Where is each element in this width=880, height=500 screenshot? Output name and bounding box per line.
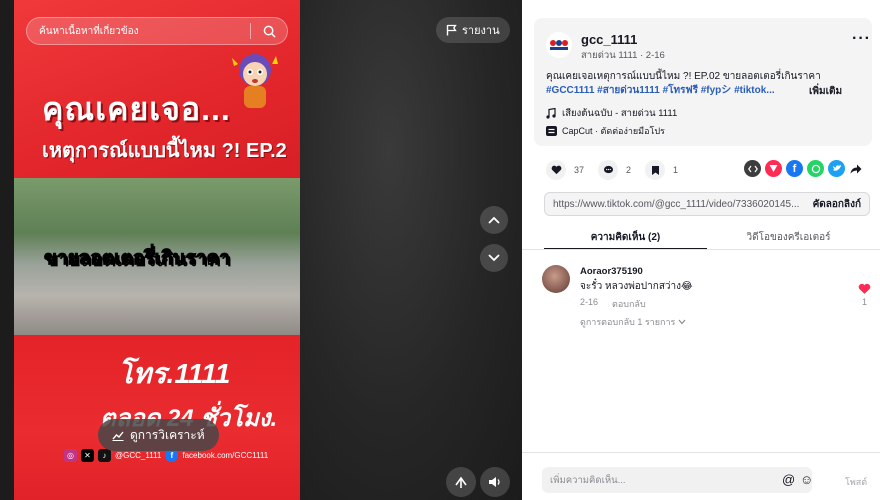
social-handle: @GCC_1111 (115, 451, 162, 460)
comment-text: จะรั๋ว หลวงพ่อปากสว่าง😂 (580, 281, 693, 292)
volume-button[interactable] (480, 467, 510, 497)
capcut-label: CapCut · ตัดต่อง่ายมือโปร (562, 126, 665, 136)
floating-player-button[interactable] (446, 467, 476, 497)
post-info-card: gcc_1111 สายด่วน 1111 · 2-16 ··· คุณเคยเ… (534, 18, 872, 146)
like-button[interactable] (546, 160, 566, 180)
commenter-name[interactable]: Aoraor375190 (580, 266, 643, 277)
search-box[interactable]: ค้นหาเนื้อหาที่เกี่ยวข้อง (26, 17, 288, 45)
hotline-number: โทร.1111 (118, 358, 231, 389)
bookmark-button[interactable] (645, 160, 666, 180)
video-stage: คุณเคยเจอ... เหตุการณ์แบบนี้ไหม ?! EP.2 … (0, 0, 522, 500)
volume-icon (489, 477, 500, 487)
heart-icon (551, 165, 561, 175)
comment-input-placeholder: เพิ่มความคิดเห็น... (550, 474, 626, 486)
music-note-icon (546, 108, 556, 119)
video-link-box: https://www.tiktok.com/@gcc_1111/video/7… (544, 192, 870, 216)
save-count: 1 (673, 165, 679, 175)
blur-backdrop-left (0, 0, 14, 500)
embed-button[interactable] (744, 160, 761, 177)
analytics-label: ดูการวิเคราะห์ (130, 427, 205, 442)
commenter-avatar[interactable] (542, 265, 570, 293)
tab-comments[interactable]: ความคิดเห็น (2) (544, 226, 707, 250)
share-buttons: f (744, 160, 863, 177)
report-label: รายงาน (462, 25, 500, 37)
facebook-share-icon[interactable]: f (786, 160, 803, 177)
copy-link-button[interactable]: คัดลอกลิงก์ (805, 197, 869, 212)
x-icon: ✕ (81, 449, 94, 462)
code-icon (747, 165, 758, 172)
flag-icon (446, 24, 457, 36)
whatsapp-share-icon[interactable] (807, 160, 824, 177)
capcut-row[interactable]: CapCut · ตัดต่อง่ายมือโปร (546, 124, 665, 138)
video-subheadline: เหตุการณ์แบบนี้ไหม ?! EP.2 (42, 140, 287, 162)
instagram-icon: ◎ (64, 449, 77, 462)
comment-like-count: 1 (861, 297, 867, 307)
search-input[interactable]: ค้นหาเนื้อหาที่เกี่ยวข้อง (27, 24, 250, 39)
author-meta: สายด่วน 1111 · 2-16 (581, 50, 665, 61)
comment-count: 2 (626, 165, 632, 175)
next-video-button[interactable] (480, 244, 508, 272)
report-button[interactable]: รายงาน (436, 17, 510, 43)
heart-icon (858, 283, 871, 294)
comment-date: 2-16 (580, 297, 599, 307)
search-button[interactable] (251, 17, 287, 45)
search-icon (263, 25, 276, 38)
description-text: คุณเคยเจอเหตุการณ์แบบนี้ไหม ?! EP.02 ขาย… (546, 71, 821, 82)
share-arrow-icon (850, 164, 862, 173)
music-label: เสียงต้นฉบับ - สายด่วน 1111 (562, 108, 678, 119)
bookmark-icon (651, 165, 659, 175)
video-caption-overlay: ขายลอตเตอรี่เกินราคา (44, 248, 231, 270)
capcut-icon (546, 126, 557, 136)
send-to-friend-button[interactable] (765, 160, 782, 177)
music-row[interactable]: เสียงต้นฉบับ - สายด่วน 1111 (546, 106, 677, 121)
video-link-url[interactable]: https://www.tiktok.com/@gcc_1111/video/7… (545, 199, 805, 210)
share-more-button[interactable] (849, 164, 863, 174)
comment-compose-bar: เพิ่มความคิดเห็น... @ ☺ โพสต์ (522, 452, 880, 500)
details-panel: gcc_1111 สายด่วน 1111 · 2-16 ··· คุณเคยเ… (522, 0, 880, 500)
comment-like-button[interactable]: 1 (858, 283, 871, 307)
chevron-down-icon (488, 254, 500, 262)
chart-line-icon (112, 431, 124, 441)
view-replies-label: ดูการตอบกลับ 1 รายการ (580, 317, 676, 327)
analytics-button[interactable]: ดูการวิเคราะห์ (98, 419, 219, 451)
facebook-page: facebook.com/GCC1111 (182, 451, 269, 460)
bird-icon (832, 165, 841, 171)
tab-creator-videos[interactable]: วิดีโอของครีเอเตอร์ (707, 226, 870, 250)
comment-button[interactable] (598, 160, 619, 180)
whatsapp-glyph-icon (811, 164, 820, 173)
tiktok-icon: ♪ (98, 449, 111, 462)
tabs-divider (522, 249, 880, 250)
author-avatar[interactable] (546, 32, 572, 58)
send-icon (769, 165, 778, 172)
previous-video-button[interactable] (480, 206, 508, 234)
comment-input[interactable]: เพิ่มความคิดเห็น... @ ☺ (542, 467, 813, 493)
gcc-logo-icon (550, 40, 568, 50)
more-options-button[interactable]: ··· (852, 30, 871, 48)
comment-item: Aoraor375190 จะรั๋ว หลวงพ่อปากสว่าง😂 2-1… (542, 265, 872, 335)
video-headline: คุณเคยเจอ... (42, 91, 231, 127)
emoji-icon[interactable]: ☺ (800, 472, 813, 487)
comment-meta: 2-16 ตอบกลับ (580, 297, 646, 311)
chevron-up-icon (488, 216, 500, 224)
pip-icon (455, 476, 467, 488)
chevron-down-icon (678, 319, 686, 325)
like-count: 37 (574, 165, 585, 175)
engagement-actions: 37 2 1 (546, 160, 678, 180)
view-replies-button[interactable]: ดูการตอบกลับ 1 รายการ (580, 315, 686, 329)
twitter-share-icon[interactable] (828, 160, 845, 177)
see-more-link[interactable]: เพิ่มเติม (809, 84, 842, 99)
comment-icon (603, 165, 613, 174)
mention-icon[interactable]: @ (782, 472, 795, 487)
mascot-illustration (232, 54, 278, 108)
panel-tabs: ความคิดเห็น (2) วิดีโอของครีเอเตอร์ (544, 226, 870, 250)
reply-button[interactable]: ตอบกลับ (612, 297, 646, 311)
author-name[interactable]: gcc_1111 (581, 32, 637, 47)
post-comment-button[interactable]: โพสต์ (845, 475, 867, 489)
